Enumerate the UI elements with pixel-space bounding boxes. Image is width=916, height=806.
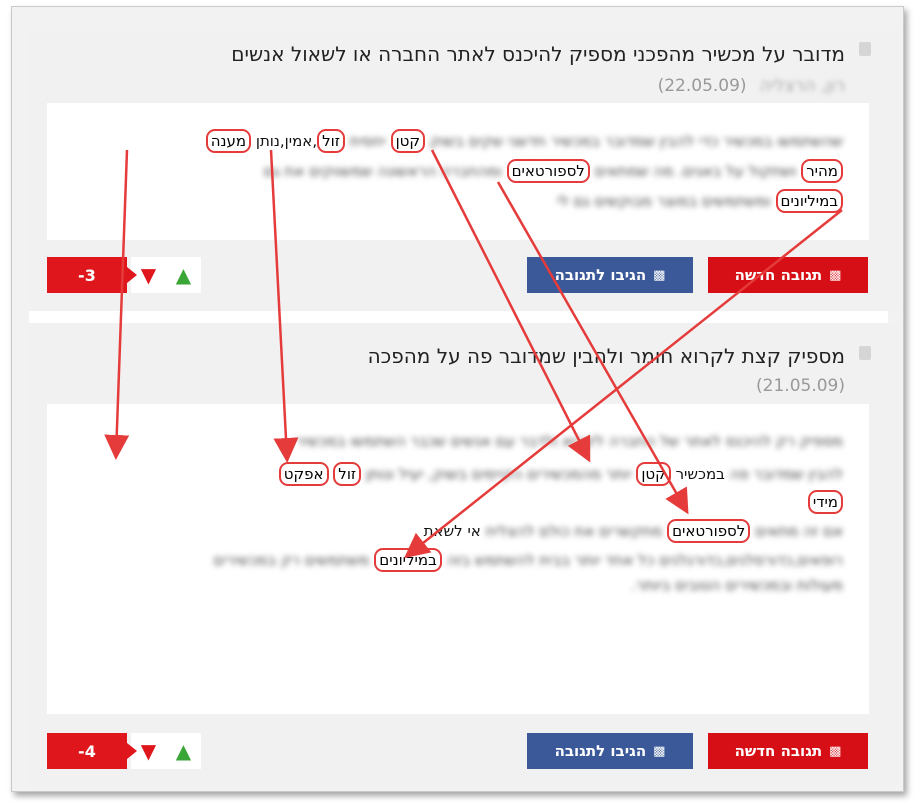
highlight-word: קטן bbox=[390, 129, 426, 153]
reply-button[interactable]: ▩ הגיבו לתגובה bbox=[527, 733, 693, 769]
reply-button[interactable]: ▩ הגיבו לתגובה bbox=[527, 257, 693, 293]
vote-bar: -4 ▼ ▲ bbox=[47, 733, 201, 769]
comment-body: מספיק רק להיכנס לאתר של החברה לקרוא ולדב… bbox=[47, 404, 869, 714]
blurred-text: מספיק רק להיכנס לאתר של החברה לקרוא ולדב… bbox=[296, 432, 843, 450]
comment-author: רון, הרצליה bbox=[759, 76, 845, 96]
comment-body: שהשתמשו במכשיר כדי להבין שמדובר במכשיר ח… bbox=[47, 103, 869, 240]
body-text: במכשיר bbox=[675, 465, 725, 483]
highlight-word: מידי bbox=[807, 490, 843, 514]
comment-icon: ▩ bbox=[653, 267, 666, 283]
blurred-text: שהשתמשו במכשיר כדי להבין שמדובר במכשיר ח… bbox=[429, 132, 843, 150]
highlight-word: לספורטאים bbox=[667, 519, 751, 543]
body-text: ,אמין,נותן bbox=[255, 132, 318, 150]
highlight-word: אפקט bbox=[278, 462, 329, 486]
body-line: במיליונים ומשתמשים במוצר מבוקשים גם לי bbox=[557, 189, 843, 213]
card-separator bbox=[29, 311, 888, 323]
new-reply-label: תגובה חדשה bbox=[734, 742, 823, 760]
comment-icon: ▩ bbox=[829, 267, 842, 283]
reply-label: הגיבו לתגובה bbox=[554, 742, 647, 760]
blurred-text: יותר מהמכשירים הקיימים בשוק, יעיל ונותן bbox=[365, 465, 632, 483]
blurred-text: אם זה מתאים bbox=[755, 522, 843, 540]
comment-title[interactable]: מדובר על מכשיר מהפכני מספיק להיכנס לאתר … bbox=[231, 42, 845, 66]
highlight-word: במיליונים bbox=[374, 548, 442, 572]
comment-number-icon bbox=[859, 42, 871, 56]
blurred-text: מעולות ובמכשירים הטובים ביותר. bbox=[631, 576, 843, 594]
blurred-text: מתקשרים את כולם להצליח bbox=[485, 522, 663, 540]
highlight-word: זול bbox=[333, 462, 362, 486]
comment-meta: רון, הרצליה (22.05.09) bbox=[658, 76, 845, 96]
comment-icon: ▩ bbox=[829, 743, 842, 759]
blurred-text: ומהחברה הראשונה שמשווקים את גם bbox=[263, 162, 502, 180]
new-reply-label: תגובה חדשה bbox=[734, 266, 823, 284]
blurred-text: משתמשים רק במכשירים bbox=[213, 551, 370, 569]
vote-score: -4 bbox=[47, 733, 137, 769]
body-line: אם זה מתאים לספורטאים מתקשרים את כולם לה… bbox=[424, 519, 843, 543]
vote-score: -3 bbox=[47, 257, 137, 293]
comment-icon: ▩ bbox=[653, 743, 666, 759]
reply-label: הגיבו לתגובה bbox=[554, 266, 647, 284]
highlight-word: מהיר bbox=[801, 159, 843, 183]
comment-date: (22.05.09) bbox=[657, 76, 747, 96]
comment-number-icon bbox=[859, 346, 871, 360]
new-reply-button[interactable]: ▩ תגובה חדשה bbox=[708, 733, 868, 769]
blurred-text: ומשתמשים במוצר מבוקשים גם לי bbox=[556, 192, 771, 210]
blurred-text: רופאים,כדורסלנים,כדורגלנים כל אחד יותר ב… bbox=[446, 551, 843, 569]
comment-date: (21.05.09) bbox=[756, 376, 845, 396]
comment-meta: (21.05.09) bbox=[756, 376, 845, 396]
blurred-text: יחסית bbox=[349, 132, 386, 150]
body-line: שהשתמשו במכשיר כדי להבין שמדובר במכשיר ח… bbox=[205, 129, 843, 153]
blurred-text: להבין שמדובר פה bbox=[729, 465, 843, 483]
blurred-text: ושתקול על באגים. מה שמתאים bbox=[594, 162, 797, 180]
highlight-word: לספורטאים bbox=[506, 159, 590, 183]
body-line: מהיר ושתקול על באגים. מה שמתאים לספורטאי… bbox=[264, 159, 843, 183]
body-line: מספיק רק להיכנס לאתר של החברה לקרוא ולדב… bbox=[291, 432, 843, 450]
body-line: מעולות ובמכשירים הטובים ביותר. bbox=[631, 576, 843, 594]
vote-bar: -3 ▼ ▲ bbox=[47, 257, 201, 293]
highlight-word: קטן bbox=[636, 462, 671, 486]
body-line: להבין שמדובר פה במכשיר קטן יותר מהמכשירי… bbox=[278, 462, 843, 486]
highlight-word: מענה bbox=[205, 129, 252, 153]
new-reply-button[interactable]: ▩ תגובה חדשה bbox=[708, 257, 868, 293]
thumb-up-icon[interactable]: ▲ bbox=[165, 733, 201, 769]
comment-title[interactable]: מספיק קצת לקרוא חומר ולהבין שמדובר פה על… bbox=[368, 344, 845, 368]
highlight-word: זול bbox=[317, 129, 345, 153]
thumb-up-icon[interactable]: ▲ bbox=[165, 257, 201, 293]
body-line: רופאים,כדורסלנים,כדורגלנים כל אחד יותר ב… bbox=[213, 548, 843, 572]
highlight-word: במיליונים bbox=[775, 189, 843, 213]
body-text: אי לשאת bbox=[423, 522, 481, 540]
body-line: מידי bbox=[807, 490, 843, 514]
